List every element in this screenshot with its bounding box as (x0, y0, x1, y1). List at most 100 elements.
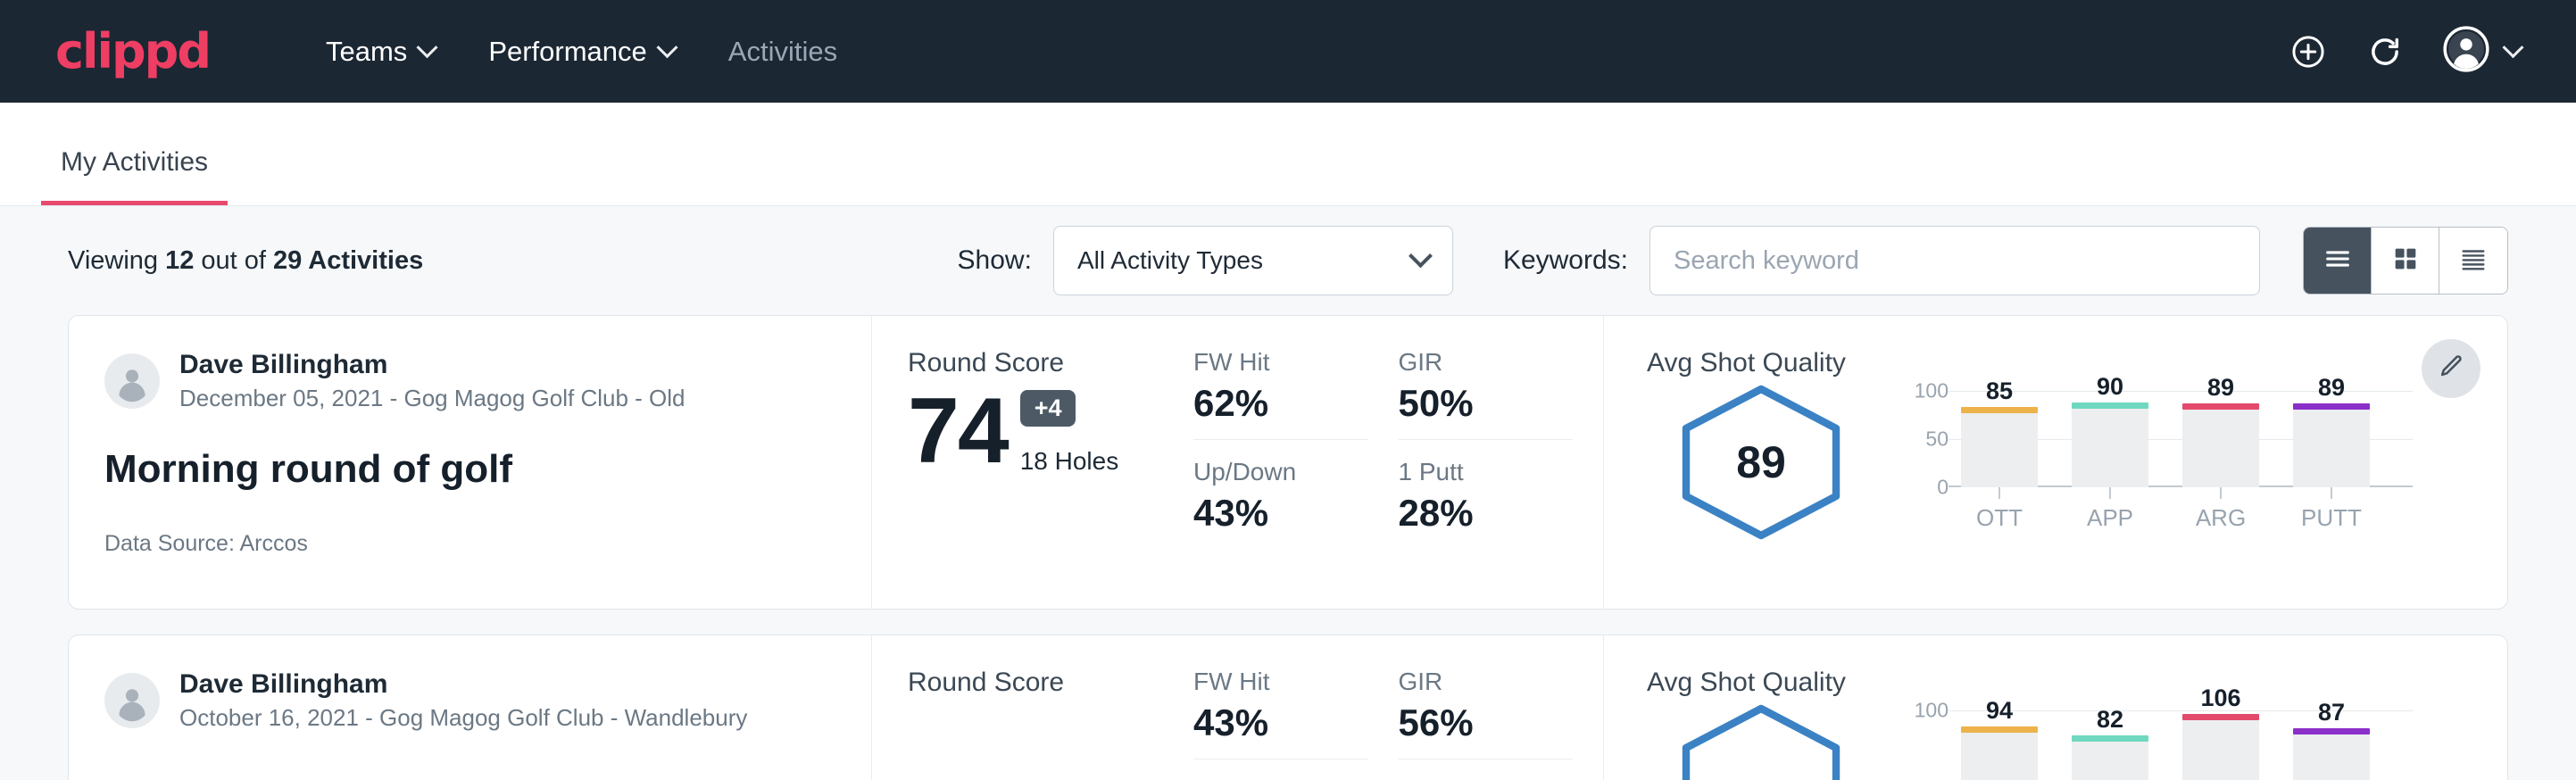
chart-y-axis: 100 50 0 (1902, 391, 1949, 487)
stat-label: 1 Putt (1399, 458, 1574, 486)
edit-activity-button[interactable] (2422, 339, 2480, 398)
round-score-block: Round Score (872, 635, 1193, 780)
activity-data-source: Data Source: Arccos (104, 531, 835, 557)
grid-view-icon (2390, 244, 2421, 278)
stat-label: FW Hit (1193, 348, 1368, 377)
compact-view-button[interactable] (2439, 228, 2507, 294)
activity-summary: Dave Billingham October 16, 2021 - Gog M… (69, 635, 872, 780)
chart-plot: 85 90 89 89 (1949, 391, 2413, 532)
chart-plot-area: 85 90 89 89 (1949, 391, 2413, 487)
activity-title: Morning round of golf (104, 447, 835, 492)
round-score-value: 74 (908, 387, 1008, 476)
chart-plot: 94 82 106 8 (1949, 710, 2413, 780)
primary-nav: Teams Performance Activities (299, 36, 864, 68)
bar-value: 94 (1961, 697, 2038, 725)
shot-quality-value (1672, 701, 1850, 780)
activity-author-text: Dave Billingham October 16, 2021 - Gog M… (179, 668, 747, 733)
stat-value: 62% (1193, 382, 1368, 425)
x-label: PUTT (2293, 504, 2370, 532)
bar-value: 82 (2072, 706, 2148, 734)
chevron-down-icon (2502, 37, 2523, 58)
activity-card[interactable]: Dave Billingham December 05, 2021 - Gog … (68, 315, 2508, 610)
activity-author-name: Dave Billingham (179, 668, 747, 701)
bar-app: 90 (2072, 408, 2148, 487)
round-score-side: +4 18 Holes (1020, 390, 1119, 476)
plus-circle-icon[interactable] (2289, 33, 2327, 71)
y-tick: 100 (1915, 379, 1949, 403)
round-score-row: 74 +4 18 Holes (908, 387, 1193, 476)
grid-view-button[interactable] (2372, 228, 2439, 294)
shot-quality-hexagon: 89 (1672, 382, 1850, 543)
chevron-down-icon (656, 37, 677, 58)
stat-label: FW Hit (1193, 668, 1368, 696)
show-label: Show: (958, 245, 1032, 276)
y-tick: 0 (1937, 476, 1949, 500)
activity-stats-grid: FW Hit 43% GIR 56% (1193, 635, 1604, 780)
activity-type-select[interactable]: All Activity Types (1053, 226, 1453, 295)
chart-plot-area: 94 82 106 8 (1949, 710, 2413, 780)
top-navigation-bar: clippd Teams Performance Activities (0, 0, 2576, 103)
page-tabbar: My Activities (0, 103, 2576, 206)
nav-item-performance-label: Performance (488, 36, 646, 68)
filter-bar: Viewing 12 out of 29 Activities Show: Al… (68, 206, 2508, 315)
holes-played: 18 Holes (1020, 447, 1119, 476)
avg-shot-quality-block: Avg Shot Quality 89 100 50 0 (1604, 316, 2507, 609)
list-view-button[interactable] (2304, 228, 2372, 294)
bar-value: 106 (2182, 685, 2259, 712)
bar-ott: 85 (1961, 412, 2038, 487)
bar-value: 89 (2293, 374, 2370, 402)
refresh-icon[interactable] (2366, 33, 2404, 71)
nav-item-activities-label: Activities (728, 36, 837, 68)
activity-card[interactable]: Dave Billingham October 16, 2021 - Gog M… (68, 635, 2508, 780)
avatar (104, 353, 160, 409)
shot-quality-bar-chart: 100 50 0 85 (1902, 391, 2413, 532)
y-tick: 100 (1915, 699, 1949, 723)
stat-value: 50% (1399, 382, 1574, 425)
bar-value: 87 (2293, 699, 2370, 726)
viewing-count: 12 (165, 246, 194, 275)
bar-value: 85 (1961, 378, 2038, 405)
nav-item-performance[interactable]: Performance (461, 36, 701, 68)
activity-meta: October 16, 2021 - Gog Magog Golf Club -… (179, 703, 747, 734)
list-view-icon (2323, 244, 2353, 278)
avg-shot-quality-block: Avg Shot Quality 100 (1604, 635, 2507, 780)
clippd-logo[interactable]: clippd (55, 28, 210, 76)
nav-item-activities[interactable]: Activities (702, 36, 864, 68)
activity-author-name: Dave Billingham (179, 348, 686, 382)
nav-actions (2289, 26, 2521, 77)
stat-value: 43% (1193, 492, 1368, 535)
activity-author: Dave Billingham December 05, 2021 - Gog … (104, 348, 835, 413)
y-tick: 50 (1925, 427, 1949, 452)
bar-arg: 106 (2182, 719, 2259, 780)
activity-summary: Dave Billingham December 05, 2021 - Gog … (69, 316, 872, 609)
avg-shot-quality-body: 100 94 82 (1647, 701, 2472, 780)
keyword-search-box[interactable] (1649, 226, 2260, 295)
viewing-count-text: Viewing 12 out of 29 Activities (68, 246, 423, 276)
shot-quality-bar-chart: 100 94 82 (1902, 710, 2413, 780)
search-input[interactable] (1674, 246, 2236, 276)
chevron-down-icon (417, 37, 438, 58)
activity-meta: December 05, 2021 - Gog Magog Golf Club … (179, 384, 686, 414)
user-avatar-icon (2443, 26, 2489, 77)
stat-gir: GIR 56% (1399, 668, 1574, 759)
bar-value: 89 (2182, 374, 2259, 402)
stat-value: 43% (1193, 701, 1368, 744)
score-to-par-badge: +4 (1020, 390, 1076, 427)
stat-up-down: Up/Down 43% (1193, 458, 1368, 549)
activity-stats-grid: FW Hit 62% GIR 50% Up/Down 43% 1 Putt 28… (1193, 316, 1604, 609)
nav-item-teams[interactable]: Teams (299, 36, 461, 68)
stat-label: GIR (1399, 348, 1574, 377)
tab-my-activities-label: My Activities (61, 147, 208, 177)
x-label: ARG (2182, 504, 2259, 532)
user-menu[interactable] (2443, 26, 2521, 77)
tab-my-activities[interactable]: My Activities (41, 147, 228, 205)
chevron-down-icon (1408, 244, 1433, 268)
chart-x-ticks (1949, 487, 2413, 499)
compact-view-icon (2458, 244, 2489, 278)
keywords-label: Keywords: (1503, 245, 1628, 276)
activity-author: Dave Billingham October 16, 2021 - Gog M… (104, 668, 835, 733)
round-score-label: Round Score (908, 348, 1193, 378)
view-toggle-group (2303, 227, 2508, 295)
activity-author-text: Dave Billingham December 05, 2021 - Gog … (179, 348, 686, 413)
bar-value: 90 (2072, 373, 2148, 401)
